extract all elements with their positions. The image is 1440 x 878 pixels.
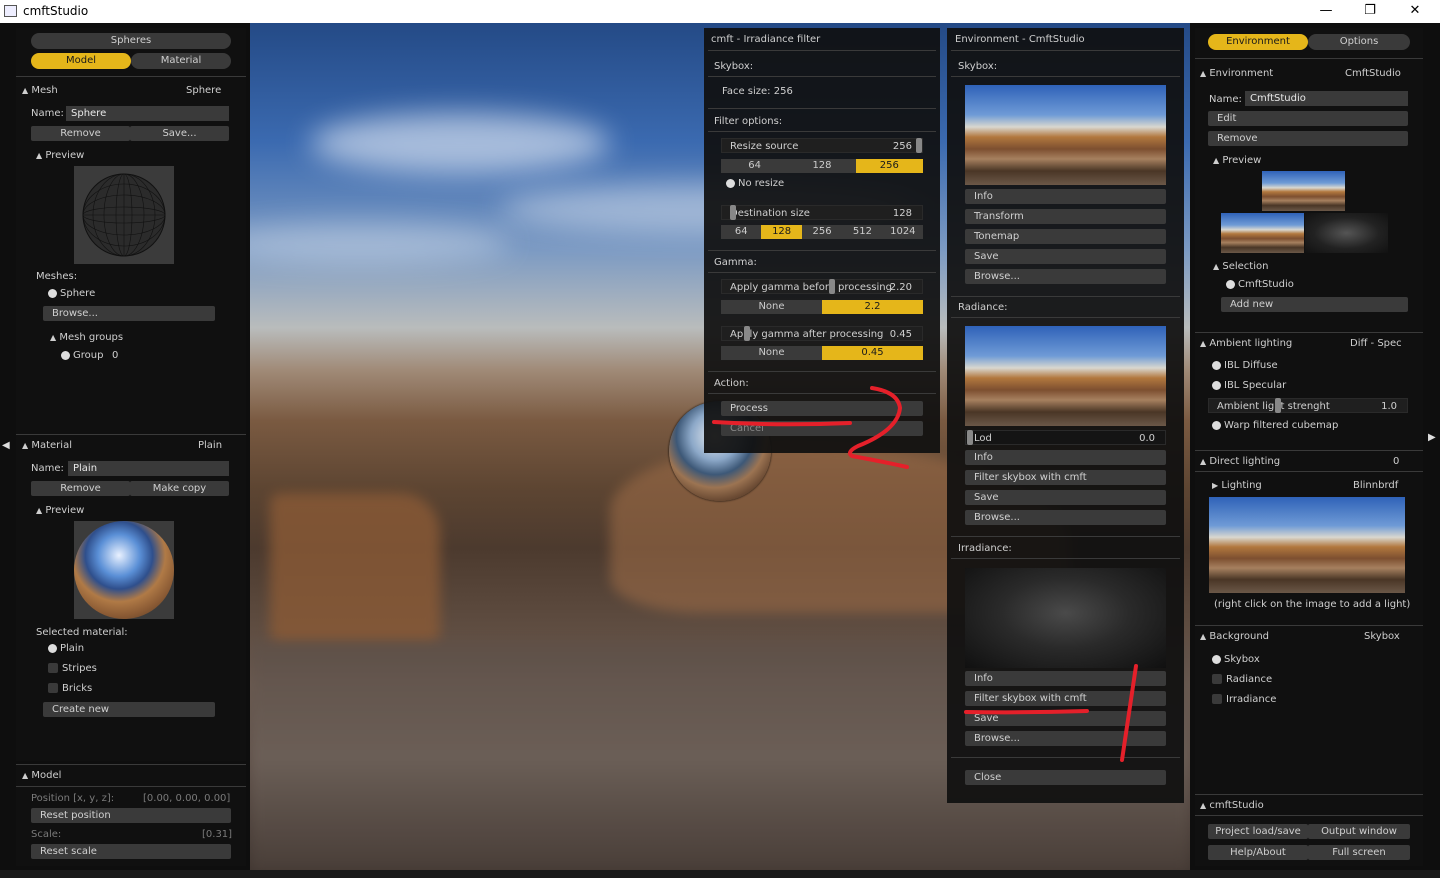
annotation-number-2: [848, 386, 909, 469]
annotation-underline-filter: [964, 709, 1089, 715]
bottom-strip: [0, 870, 1440, 878]
annotation-underline-process: [712, 420, 852, 427]
red-annotation-overlay: [712, 386, 1138, 762]
annotation-number-1: [1120, 664, 1138, 762]
